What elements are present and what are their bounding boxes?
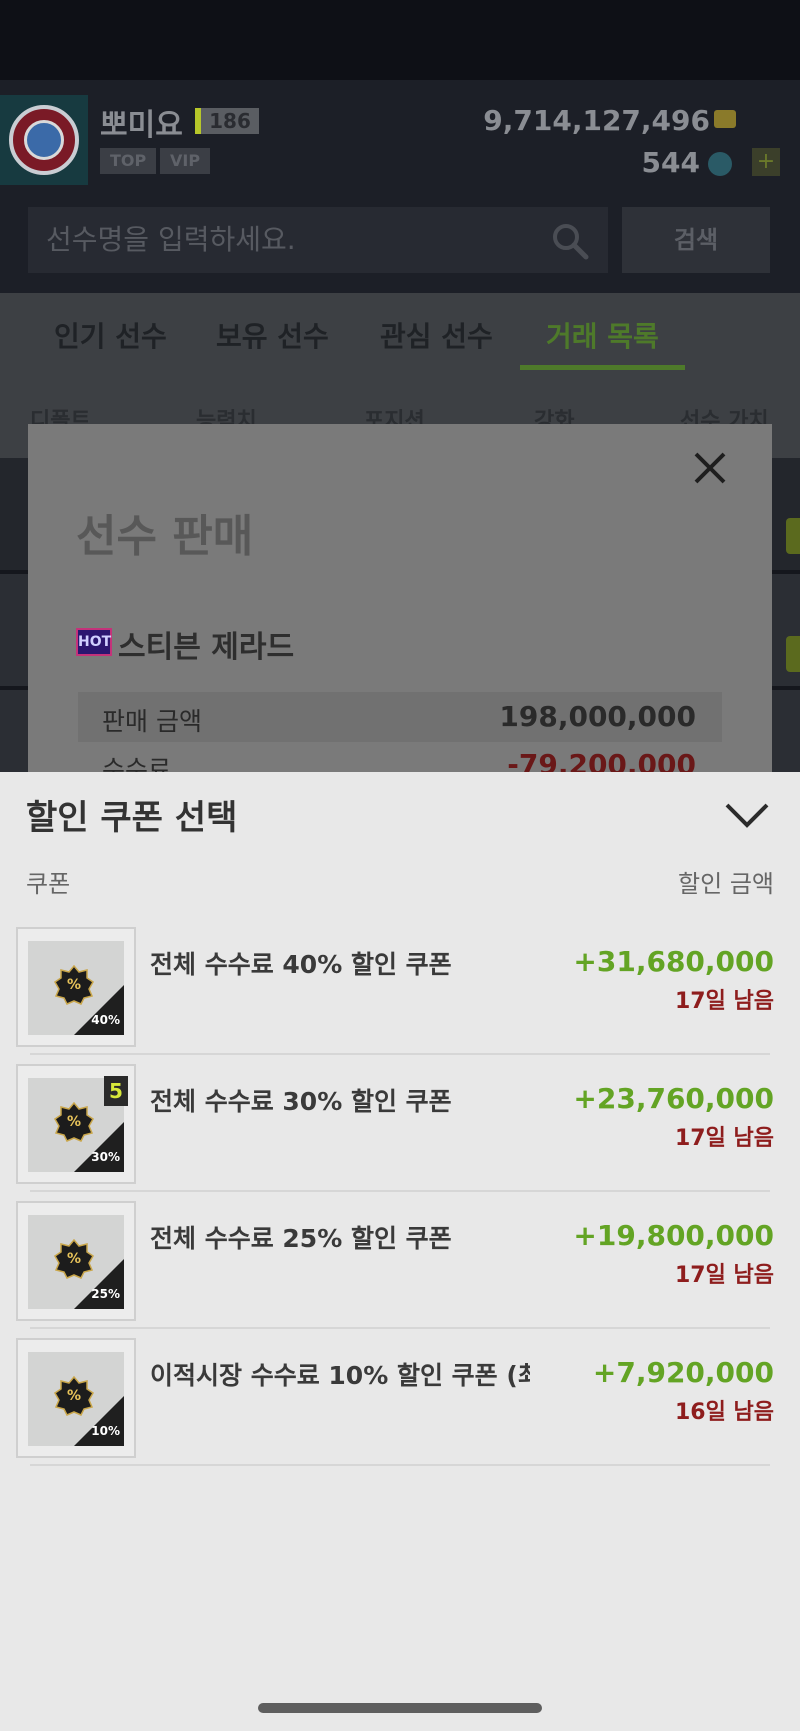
coupon-remaining-days: 17일 남음 [675, 1126, 774, 1151]
coupon-item[interactable]: % 10% 이적시장 수수료 10% 할인 쿠폰 (최대 1 +7,920,00… [0, 1328, 800, 1466]
hot-badge: HOT [76, 628, 112, 656]
coupon-item[interactable]: % 25% 전체 수수료 25% 할인 쿠폰 +19,800,000 17일 남… [0, 1191, 800, 1329]
vip-tag: VIP [160, 148, 211, 174]
coupon-discount-amount: +31,680,000 [573, 945, 774, 978]
coupon-thumbnail-corner [74, 1122, 124, 1172]
coupon-thumbnail-corner [74, 1396, 124, 1446]
club-logo-ring [9, 105, 79, 175]
tab-popular-players[interactable]: 인기 선수 [54, 315, 167, 355]
coupon-count-badge: 5 [104, 1076, 128, 1106]
coupon-thumbnail-corner [74, 985, 124, 1035]
coupon-name: 이적시장 수수료 10% 할인 쿠폰 (최대 1 [150, 1361, 530, 1390]
tab-trade-list[interactable]: 거래 목록 [546, 315, 659, 355]
coupon-thumbnail-art: % 25% [28, 1215, 124, 1309]
status-bar [0, 0, 800, 80]
sale-price-label: 판매 금액 [102, 707, 202, 736]
active-tab-underline [520, 365, 685, 370]
add-fc-button[interactable]: + [752, 148, 780, 176]
coupon-thumb-label: 30% [91, 1150, 120, 1164]
coupon-thumbnail-corner [74, 1259, 124, 1309]
coupon-thumb-label: 40% [91, 1013, 120, 1027]
sheet-title: 할인 쿠폰 선택 [26, 798, 238, 838]
money-icon [714, 110, 736, 128]
club-logo[interactable] [0, 95, 88, 185]
fc-coin-icon [708, 152, 732, 176]
user-nickname: 뽀미요 [100, 108, 183, 143]
top-tag: TOP [100, 148, 157, 174]
coupon-remaining-days: 17일 남음 [675, 989, 774, 1014]
coupon-thumbnail: % 40% [16, 927, 136, 1047]
coupon-thumb-label: 10% [91, 1424, 120, 1438]
close-icon[interactable] [692, 450, 728, 486]
coupon-remaining-days: 17일 남음 [675, 1263, 774, 1288]
tab-owned-players[interactable]: 보유 선수 [216, 315, 329, 355]
coupon-remaining-days: 16일 남음 [675, 1400, 774, 1425]
search-input[interactable]: 선수명을 입력하세요. [28, 207, 608, 273]
coupon-discount-amount: +7,920,000 [592, 1356, 774, 1389]
discount-column-header: 할인 금액 [678, 870, 774, 898]
fc-points-amount: 544 [641, 146, 700, 179]
coupon-select-sheet: 할인 쿠폰 선택 쿠폰 할인 금액 % 40% 전체 수수료 40% 할인 쿠폰… [0, 772, 800, 1731]
coupon-name: 전체 수수료 30% 할인 쿠폰 [150, 1087, 452, 1116]
search-icon[interactable] [550, 221, 590, 261]
chevron-down-icon[interactable] [724, 800, 770, 830]
coupon-item[interactable]: % 40% 전체 수수료 40% 할인 쿠폰 +31,680,000 17일 남… [0, 917, 800, 1055]
dialog-title: 선수 판매 [76, 511, 254, 562]
user-level-badge: 186 [195, 108, 259, 134]
coupon-name: 전체 수수료 40% 할인 쿠폰 [150, 950, 452, 979]
home-indicator[interactable] [258, 1703, 542, 1713]
search-button[interactable]: 검색 [622, 207, 770, 273]
divider [30, 1464, 770, 1466]
coupon-thumbnail-art: % 10% [28, 1352, 124, 1446]
coupon-thumbnail: % 10% [16, 1338, 136, 1458]
player-name: 스티븐 제라드 [118, 630, 295, 665]
coupon-column-header: 쿠폰 [26, 870, 71, 898]
club-logo-center [24, 120, 64, 160]
profile-bar: 뽀미요 186 TOP VIP 9,714,127,496 544 + [0, 80, 800, 185]
list-row-accent [786, 518, 800, 554]
tab-watchlist-players[interactable]: 관심 선수 [380, 315, 493, 355]
coupon-thumbnail: % 25% [16, 1201, 136, 1321]
coupon-item[interactable]: % 30% 5 전체 수수료 30% 할인 쿠폰 +23,760,000 17일… [0, 1054, 800, 1192]
search-bar: 선수명을 입력하세요. 검색 [0, 185, 800, 293]
sale-price-value: 198,000,000 [499, 700, 696, 733]
money-amount: 9,714,127,496 [483, 104, 710, 137]
coupon-discount-amount: +19,800,000 [573, 1219, 774, 1252]
sale-price-row: 판매 금액 198,000,000 [78, 692, 722, 742]
coupon-discount-amount: +23,760,000 [573, 1082, 774, 1115]
coupon-thumbnail: % 30% 5 [16, 1064, 136, 1184]
coupon-thumbnail-art: % 40% [28, 941, 124, 1035]
coupon-thumb-label: 25% [91, 1287, 120, 1301]
main-tabs: 인기 선수 보유 선수 관심 선수 거래 목록 [0, 293, 800, 383]
coupon-name: 전체 수수료 25% 할인 쿠폰 [150, 1224, 452, 1253]
sell-player-dialog: 선수 판매 HOT 스티븐 제라드 판매 금액 198,000,000 수수료 … [28, 424, 772, 784]
list-row-accent [786, 636, 800, 672]
